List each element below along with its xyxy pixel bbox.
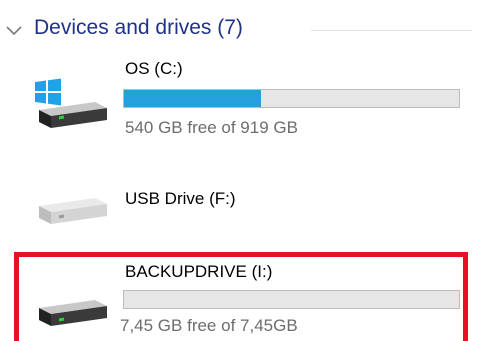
drive-tile-c[interactable]: OS (C:) 540 GB free of 919 GB xyxy=(0,55,478,155)
capacity-bar xyxy=(123,290,460,309)
drive-name: USB Drive (F:) xyxy=(125,189,236,208)
group-divider xyxy=(311,30,472,31)
chevron-down-icon[interactable] xyxy=(5,25,23,37)
drive-tile-i[interactable]: BACKUPDRIVE (I:) 7,45 GB free of 7,45GB xyxy=(0,250,478,341)
drive-tile-f[interactable]: USB Drive (F:) xyxy=(0,180,478,250)
file-explorer-view: Devices and drives (7) OS (C:) 540 GB fr… xyxy=(0,0,478,341)
capacity-bar xyxy=(123,89,460,108)
drive-free-space: 540 GB free of 919 GB xyxy=(125,118,298,137)
group-title: Devices and drives (7) xyxy=(34,16,243,39)
devices-and-drives-group-header[interactable]: Devices and drives (7) xyxy=(0,13,478,43)
usb-drive-icon xyxy=(39,198,107,224)
windows-drive-icon xyxy=(35,78,107,128)
drive-name: BACKUPDRIVE (I:) xyxy=(125,262,273,281)
drive-free-space: 7,45 GB free of 7,45GB xyxy=(120,316,298,335)
hard-drive-icon xyxy=(39,300,107,326)
drive-name: OS (C:) xyxy=(125,59,183,78)
capacity-bar-fill xyxy=(124,90,262,107)
